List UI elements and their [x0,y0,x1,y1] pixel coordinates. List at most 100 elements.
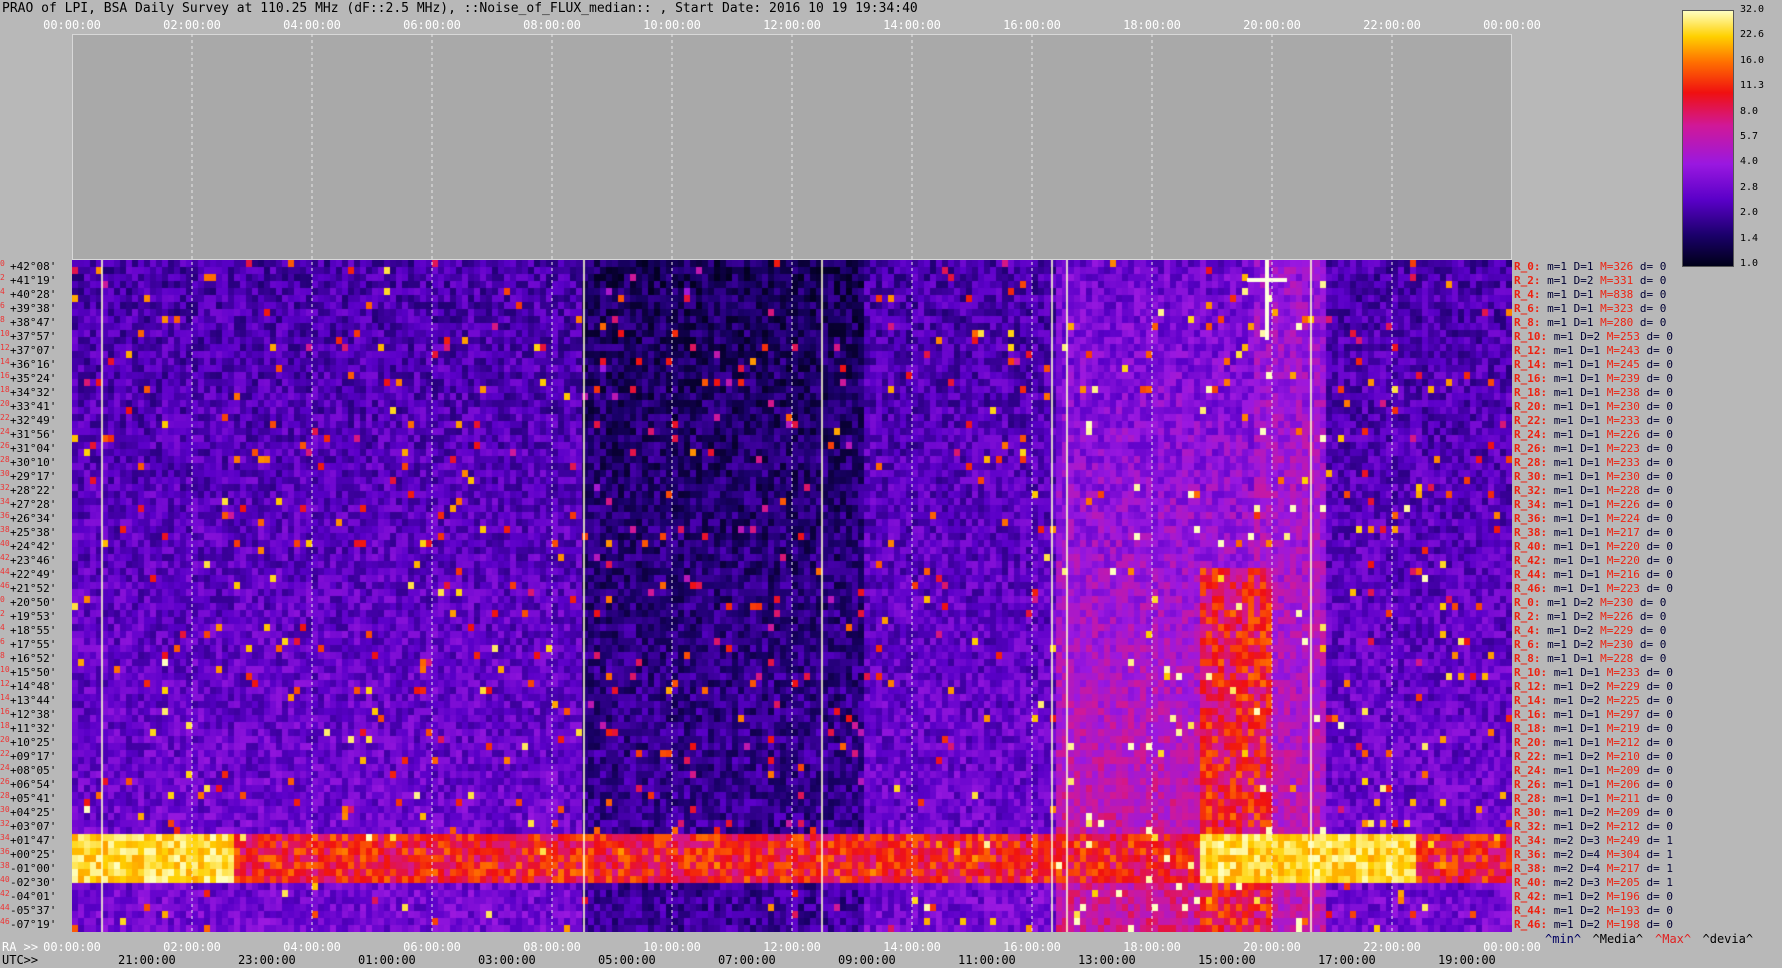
dec-value: +41°19' [10,274,57,287]
stat-median: D=1 [1580,400,1601,413]
stat-row: R_42: m=1 D=2 M=196 d= 0 [1514,890,1673,904]
colorbar-tick-label: 1.0 [1740,258,1759,269]
stat-median: D=1 [1580,792,1601,805]
stat-row: R_40: m=2 D=3 M=205 d= 1 [1514,876,1673,890]
stat-row-id: R_20: [1514,736,1548,749]
stat-row: R_8: m=1 D=1 M=280 d= 0 [1514,316,1666,330]
stat-min: m=1 [1553,344,1574,357]
dec-index: 2 [0,273,5,282]
stat-row: R_38: m=1 D=1 M=217 d= 0 [1514,526,1673,540]
stat-median: D=1 [1580,372,1601,385]
stat-max: M=323 [1600,302,1634,315]
dec-row: 32+28°22' [0,484,56,498]
stat-median: D=1 [1573,316,1594,329]
stat-row: R_6: m=1 D=2 M=230 d= 0 [1514,638,1666,652]
dec-index: 8 [0,651,5,660]
stat-row-id: R_10: [1514,666,1548,679]
colorbar [1682,10,1734,267]
stat-median: D=1 [1580,540,1601,553]
stat-row-id: R_46: [1514,918,1548,931]
stat-row: R_18: m=1 D=1 M=219 d= 0 [1514,722,1673,736]
dec-index: 18 [0,385,10,394]
dec-row: 16+12°38' [0,708,56,722]
dec-row: 10+37°57' [0,330,56,344]
utc-tick-label: 01:00:00 [357,953,416,967]
stat-max: M=205 [1606,876,1640,889]
colorbar-tick-label: 2.8 [1740,181,1759,193]
stat-min: m=1 [1553,554,1574,567]
stat-min: m=1 [1553,358,1574,371]
stat-min: m=1 [1553,806,1574,819]
dec-index: 36 [0,847,10,856]
stat-row: R_4: m=1 D=2 M=229 d= 0 [1514,624,1666,638]
dec-index: 0 [0,595,5,604]
stat-deviation: d= 0 [1646,778,1674,791]
stat-row: R_26: m=1 D=1 M=206 d= 0 [1514,778,1673,792]
stat-median: D=1 [1580,428,1601,441]
top-axis-tick-label: 22:00:00 [1363,18,1421,32]
stat-row: R_14: m=1 D=1 M=245 d= 0 [1514,358,1673,372]
stat-deviation: d= 0 [1646,582,1674,595]
ra-tick-label: 08:00:00 [523,940,581,954]
stat-max: M=249 [1606,834,1640,847]
stat-max: M=210 [1606,750,1640,763]
stat-row-id: R_28: [1514,792,1548,805]
dec-value: +31°04' [10,442,57,455]
stat-deviation: d= 0 [1646,750,1674,763]
stat-min: m=2 [1553,876,1574,889]
dec-row: 36+26°34' [0,512,56,526]
stat-median: D=1 [1580,554,1601,567]
stat-median: D=1 [1580,526,1601,539]
stat-max: M=239 [1606,372,1640,385]
stat-median: D=2 [1573,624,1594,637]
dec-row: 40-02°30' [0,876,56,890]
dec-row: 30+04°25' [0,806,56,820]
stat-deviation: d= 0 [1646,568,1674,581]
stat-min: m=1 [1553,918,1574,931]
dec-value: +11°32' [10,722,57,735]
top-axis-tick-label: 00:00:00 [43,18,101,32]
stat-min: m=1 [1553,526,1574,539]
dec-row: 44+22°49' [0,568,56,582]
dec-row: 36+00°25' [0,848,56,862]
top-axis-tick-label: 06:00:00 [403,18,461,32]
stat-deviation: d= 0 [1646,918,1674,931]
stat-max: M=193 [1606,904,1640,917]
stat-deviation: d= 0 [1646,694,1674,707]
stat-row-id: R_8: [1514,652,1541,665]
stat-row-id: R_28: [1514,456,1548,469]
stat-median: D=1 [1573,652,1594,665]
stat-row: R_2: m=1 D=2 M=226 d= 0 [1514,610,1666,624]
stat-row-id: R_46: [1514,582,1548,595]
top-axis-tick-label: 14:00:00 [883,18,941,32]
stat-row: R_16: m=1 D=1 M=297 d= 0 [1514,708,1673,722]
dec-value: -02°30' [10,876,57,889]
dec-index: 16 [0,371,10,380]
stat-max: M=220 [1606,540,1640,553]
dec-index: 16 [0,707,10,716]
dec-row: 6 +17°55' [0,638,56,652]
dec-value: +35°24' [10,372,57,385]
stat-row-id: R_30: [1514,806,1548,819]
stat-row-id: R_38: [1514,526,1548,539]
dec-index: 24 [0,763,10,772]
stat-median: D=1 [1580,666,1601,679]
dec-row: 32+03°07' [0,820,56,834]
dec-row: 4 +40°28' [0,288,56,302]
noise-flux-heatmap [72,260,1512,932]
stat-row: R_12: m=1 D=1 M=243 d= 0 [1514,344,1673,358]
stat-row: R_6: m=1 D=1 M=323 d= 0 [1514,302,1666,316]
stat-min: m=1 [1553,666,1574,679]
dec-index: 30 [0,805,10,814]
stat-median: D=1 [1580,582,1601,595]
stat-max: M=229 [1606,680,1640,693]
stat-min: m=1 [1553,792,1574,805]
stat-row: R_0: m=1 D=2 M=230 d= 0 [1514,596,1666,610]
stat-row: R_8: m=1 D=1 M=228 d= 0 [1514,652,1666,666]
stat-row-id: R_12: [1514,344,1548,357]
stat-min: m=1 [1547,288,1567,301]
colorbar-tick-label: 4.0 [1740,156,1759,168]
stat-max: M=233 [1606,666,1640,679]
stat-deviation: d= 1 [1646,848,1674,861]
stat-max: M=331 [1600,274,1634,287]
